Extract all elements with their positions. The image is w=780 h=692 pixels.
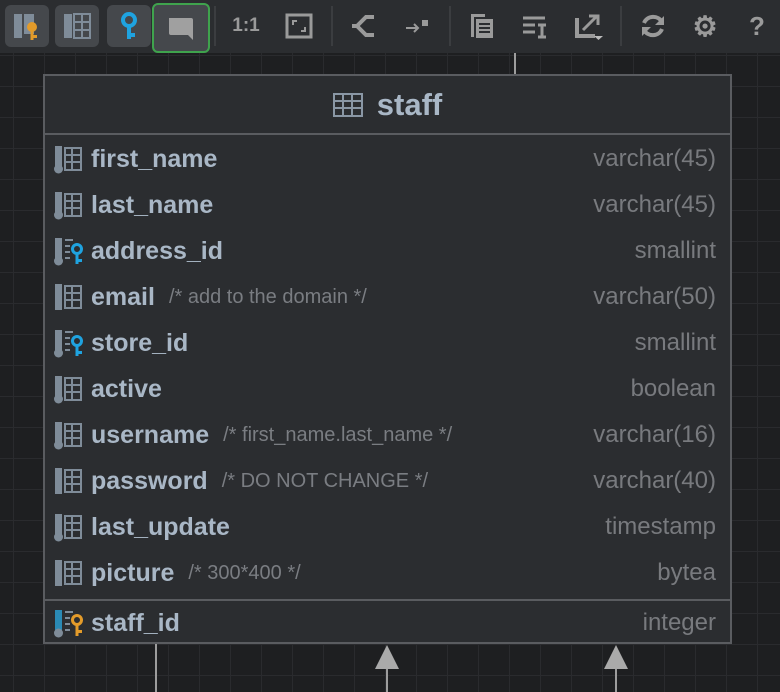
relation-line <box>615 666 617 692</box>
actual-size-button[interactable]: 1:1 <box>224 5 268 47</box>
column-row[interactable]: picture /* 300*400 */ bytea <box>45 550 730 596</box>
column-name: last_update <box>91 512 230 541</box>
column-type: smallint <box>634 237 716 264</box>
arrow-to-icon <box>406 20 428 33</box>
comment-icon <box>169 18 193 40</box>
table-header: staff <box>45 76 730 135</box>
column-row[interactable]: password /* DO NOT CHANGE */ varchar(40) <box>45 458 730 504</box>
column-row[interactable]: last_name varchar(45) <box>45 182 730 228</box>
column-comment: /* 300*400 */ <box>188 561 301 584</box>
column-name: first_name <box>91 144 218 173</box>
column-type: timestamp <box>605 513 716 540</box>
column-type: varchar(40) <box>593 467 716 494</box>
column-row[interactable]: active boolean <box>45 366 730 412</box>
column-icon <box>53 512 85 542</box>
foreign-key-column-icon <box>53 236 85 266</box>
column-row[interactable]: username /* first_name.last_name */ varc… <box>45 412 730 458</box>
column-name: store_id <box>91 328 189 357</box>
relation-line <box>514 53 516 75</box>
fit-icon <box>285 13 313 39</box>
column-name: username <box>91 420 210 449</box>
relation-arrow <box>375 645 399 669</box>
edit-text-icon <box>523 16 546 39</box>
export-icon <box>575 14 603 40</box>
column-row[interactable]: last_update timestamp <box>45 504 730 550</box>
primary-key-icon <box>53 608 85 638</box>
column-type: varchar(16) <box>593 421 716 448</box>
column-comment: /* first_name.last_name */ <box>223 423 453 446</box>
help-button[interactable]: ? <box>735 5 779 47</box>
column-row[interactable]: email /* add to the domain */ varchar(50… <box>45 274 730 320</box>
show-key-toggle[interactable] <box>107 5 151 47</box>
column-name: last_name <box>91 190 214 219</box>
key-icon <box>121 12 137 39</box>
column-type: bytea <box>657 559 716 586</box>
copy-button[interactable] <box>460 5 504 47</box>
column-name: picture <box>91 558 175 587</box>
column-type: varchar(45) <box>593 191 716 218</box>
column-type: smallint <box>634 329 716 356</box>
move-button[interactable] <box>395 5 439 47</box>
export-button[interactable] <box>567 5 611 47</box>
column-name: staff_id <box>91 608 180 637</box>
layout-button[interactable] <box>341 5 385 47</box>
primary-key-row[interactable]: staff_id integer <box>45 599 730 645</box>
layout-icon <box>352 15 374 37</box>
relation-line <box>386 666 388 692</box>
show-columns-toggle[interactable] <box>55 5 99 47</box>
copy-icon <box>471 14 493 38</box>
column-name: email <box>91 282 155 311</box>
gear-icon: ⚙ <box>692 10 718 42</box>
column-type: varchar(50) <box>593 283 716 310</box>
show-comments-toggle[interactable] <box>152 3 210 53</box>
column-icon <box>53 282 85 312</box>
column-name: password <box>91 466 208 495</box>
column-type: varchar(45) <box>593 145 716 172</box>
column-name: active <box>91 374 162 403</box>
relation-line <box>155 643 157 692</box>
column-icon <box>53 466 85 496</box>
column-comment: /* DO NOT CHANGE */ <box>221 469 429 492</box>
column-row[interactable]: address_id smallint <box>45 228 730 274</box>
table-icon <box>332 92 363 117</box>
column-type: boolean <box>630 375 716 402</box>
column-type: integer <box>642 609 716 636</box>
column-icon <box>53 420 85 450</box>
refresh-button[interactable] <box>631 5 675 47</box>
column-icon <box>53 374 85 404</box>
settings-button[interactable]: ⚙ <box>683 5 727 47</box>
column-key-icon <box>14 14 37 40</box>
column-row[interactable]: store_id smallint <box>45 320 730 366</box>
staff-table-node[interactable]: staff first_name varchar(45) last_name v… <box>43 74 732 644</box>
table-title: staff <box>376 86 443 122</box>
fit-content-button[interactable] <box>277 5 321 47</box>
columns-icon <box>64 13 91 39</box>
column-icon <box>53 144 85 174</box>
show-keys-toggle[interactable] <box>5 5 49 47</box>
column-comment: /* add to the domain */ <box>168 285 367 308</box>
foreign-key-column-icon <box>53 328 85 358</box>
column-icon <box>53 558 85 588</box>
column-row[interactable]: first_name varchar(45) <box>45 136 730 182</box>
column-icon <box>53 190 85 220</box>
edit-button[interactable] <box>513 5 557 47</box>
refresh-icon <box>642 14 664 38</box>
column-name: address_id <box>91 236 224 265</box>
relation-arrow <box>604 645 628 669</box>
diagram-toolbar: 1:1 ⚙ ? <box>0 0 780 53</box>
